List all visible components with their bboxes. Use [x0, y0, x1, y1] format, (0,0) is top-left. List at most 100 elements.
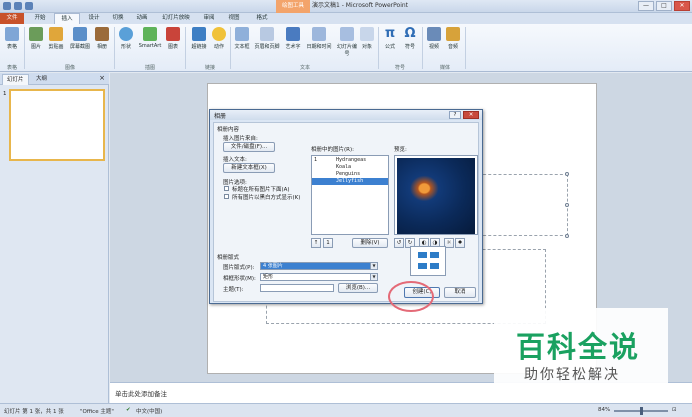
resize-handle[interactable] — [565, 234, 569, 238]
textbox-button[interactable]: 文本框 — [232, 27, 252, 50]
preview-box — [394, 155, 478, 235]
table-icon — [5, 27, 19, 41]
rotate-left-icon[interactable]: ↺ — [394, 238, 404, 248]
undo-icon[interactable] — [14, 2, 22, 10]
tab-transitions[interactable]: 切换 — [106, 13, 130, 24]
hash-icon — [340, 27, 354, 41]
list-item-selected[interactable]: Jellyfish — [312, 178, 388, 185]
symbol-button[interactable]: Ω 符号 — [401, 26, 419, 51]
omega-icon: Ω — [404, 26, 416, 41]
group-label-tables: 表格 — [6, 65, 17, 71]
black-white-checkbox[interactable] — [224, 194, 229, 199]
help-button[interactable]: ? — [449, 111, 461, 119]
picture-layout-select[interactable]: 4 张图片 ▼ — [260, 262, 378, 270]
group-label-symbols: 符号 — [394, 65, 405, 71]
browse-button[interactable]: 浏览(B)... — [338, 283, 378, 293]
chevron-down-icon: ▼ — [370, 274, 377, 280]
tab-format[interactable]: 格式 — [250, 13, 274, 24]
shapes-icon — [119, 27, 133, 41]
group-label-links: 链接 — [204, 65, 215, 71]
resize-handle[interactable] — [565, 203, 569, 207]
picture-button[interactable]: 图片 — [27, 27, 45, 50]
album-button[interactable]: 相册 — [93, 27, 111, 50]
save-icon[interactable] — [3, 2, 11, 10]
language[interactable]: 中文(中国) — [136, 407, 162, 415]
tab-insert[interactable]: 插入 — [54, 13, 80, 24]
list-item[interactable]: 1 Hydrangeas — [312, 157, 388, 164]
minimize-button[interactable]: — — [638, 1, 654, 11]
notes-placeholder: 单击此处添加备注 — [115, 390, 167, 398]
tab-animations[interactable]: 动画 — [130, 13, 154, 24]
insert-from-label: 插入图片来自: — [223, 136, 258, 142]
black-white-option-label: 所有图片以黑白方式显示(K) — [232, 195, 301, 201]
tab-slides[interactable]: 幻灯片 — [2, 74, 29, 85]
wordart-button[interactable]: 艺术字 — [282, 27, 304, 50]
tab-view[interactable]: 视图 — [222, 13, 246, 24]
theme-input[interactable] — [260, 284, 334, 292]
zoom-level[interactable]: 84% — [598, 407, 610, 413]
screenshot-icon — [73, 27, 87, 41]
close-icon[interactable]: × — [99, 74, 105, 82]
theme-name: "Office 主题" — [80, 409, 114, 415]
picture-list[interactable]: 1 Hydrangeas Koala Penguins Jellyfish — [311, 155, 389, 235]
quick-access-toolbar[interactable] — [3, 2, 33, 10]
smartart-icon — [143, 27, 157, 41]
tab-design[interactable]: 设计 — [82, 13, 106, 24]
audio-button[interactable]: 音频 — [444, 27, 462, 50]
new-textbox-button[interactable]: 新建文本框(X) — [223, 163, 275, 173]
clipart-button[interactable]: 剪贴画 — [45, 27, 67, 50]
group-label-images: 图像 — [64, 65, 75, 71]
ribbon-tabs: 文件 开始 插入 设计 切换 动画 幻灯片放映 审阅 视图 格式 — [0, 13, 692, 24]
equation-button[interactable]: π 公式 — [381, 26, 399, 51]
hyperlink-button[interactable]: 超链接 — [188, 27, 210, 50]
globe-icon — [192, 27, 206, 41]
object-button[interactable]: 对象 — [359, 27, 375, 50]
tab-file[interactable]: 文件 — [0, 13, 24, 24]
shapes-button[interactable]: 形状 — [117, 27, 135, 50]
file-disk-button[interactable]: 文件/磁盘(F)... — [223, 142, 275, 152]
title-placeholder-selected[interactable] — [478, 174, 568, 236]
list-item[interactable]: Koala — [312, 164, 388, 171]
fit-slide-icon[interactable]: ⊡ — [672, 407, 677, 413]
action-button[interactable]: 动作 — [210, 27, 228, 50]
watermark: 百科全说 助你轻松解决 — [494, 308, 668, 390]
remove-button[interactable]: 删除(V) — [352, 238, 388, 248]
header-footer-button[interactable]: 页眉和页脚 — [252, 27, 282, 50]
calendar-icon — [312, 27, 326, 41]
captions-option-label: 标题在所有图片下面(A) — [232, 187, 290, 193]
zoom-slider-thumb[interactable] — [640, 407, 643, 415]
slide-number-button[interactable]: 幻灯片编号 — [335, 27, 359, 57]
layout-preview — [410, 246, 446, 276]
frame-shape-select[interactable]: 矩形 ▼ — [260, 273, 378, 281]
resize-handle[interactable] — [565, 172, 569, 176]
tab-home[interactable]: 开始 — [28, 13, 52, 24]
list-item[interactable]: Penguins — [312, 171, 388, 178]
brightness-down-icon[interactable]: ✹ — [455, 238, 465, 248]
redo-icon[interactable] — [25, 2, 33, 10]
dialog-title-bar: 相册 — [210, 110, 482, 120]
slide-thumbnail[interactable] — [9, 89, 105, 161]
pi-icon: π — [384, 26, 396, 41]
chevron-down-icon: ▼ — [370, 263, 377, 269]
maximize-button[interactable]: □ — [656, 1, 672, 11]
smartart-button[interactable]: SmartArt — [136, 27, 164, 49]
tab-review[interactable]: 审阅 — [197, 13, 221, 24]
group-label-media: 媒体 — [439, 65, 450, 71]
album-layout-label: 相册版式 — [217, 255, 240, 261]
dialog-close-button[interactable]: ✕ — [463, 111, 479, 119]
pictures-in-album-label: 相册中的图片(R): — [311, 147, 354, 153]
screenshot-button[interactable]: 屏幕截图 — [67, 27, 93, 50]
chart-button[interactable]: 图表 — [164, 27, 182, 50]
datetime-button[interactable]: 日期和时间 — [304, 27, 334, 50]
tab-outline[interactable]: 大纲 — [32, 74, 51, 85]
spellcheck-icon[interactable]: ✔ — [126, 407, 131, 413]
tab-slideshow[interactable]: 幻灯片放映 — [156, 13, 196, 24]
album-content-label: 相册内容 — [217, 127, 240, 133]
captions-checkbox[interactable] — [224, 186, 229, 191]
cancel-button[interactable]: 取消 — [444, 287, 476, 298]
close-window-button[interactable]: ✕ — [674, 1, 690, 11]
move-up-button[interactable]: ↑ — [311, 238, 321, 248]
film-icon — [427, 27, 441, 41]
table-button[interactable]: 表格 — [3, 27, 21, 50]
video-button[interactable]: 视频 — [425, 27, 443, 50]
